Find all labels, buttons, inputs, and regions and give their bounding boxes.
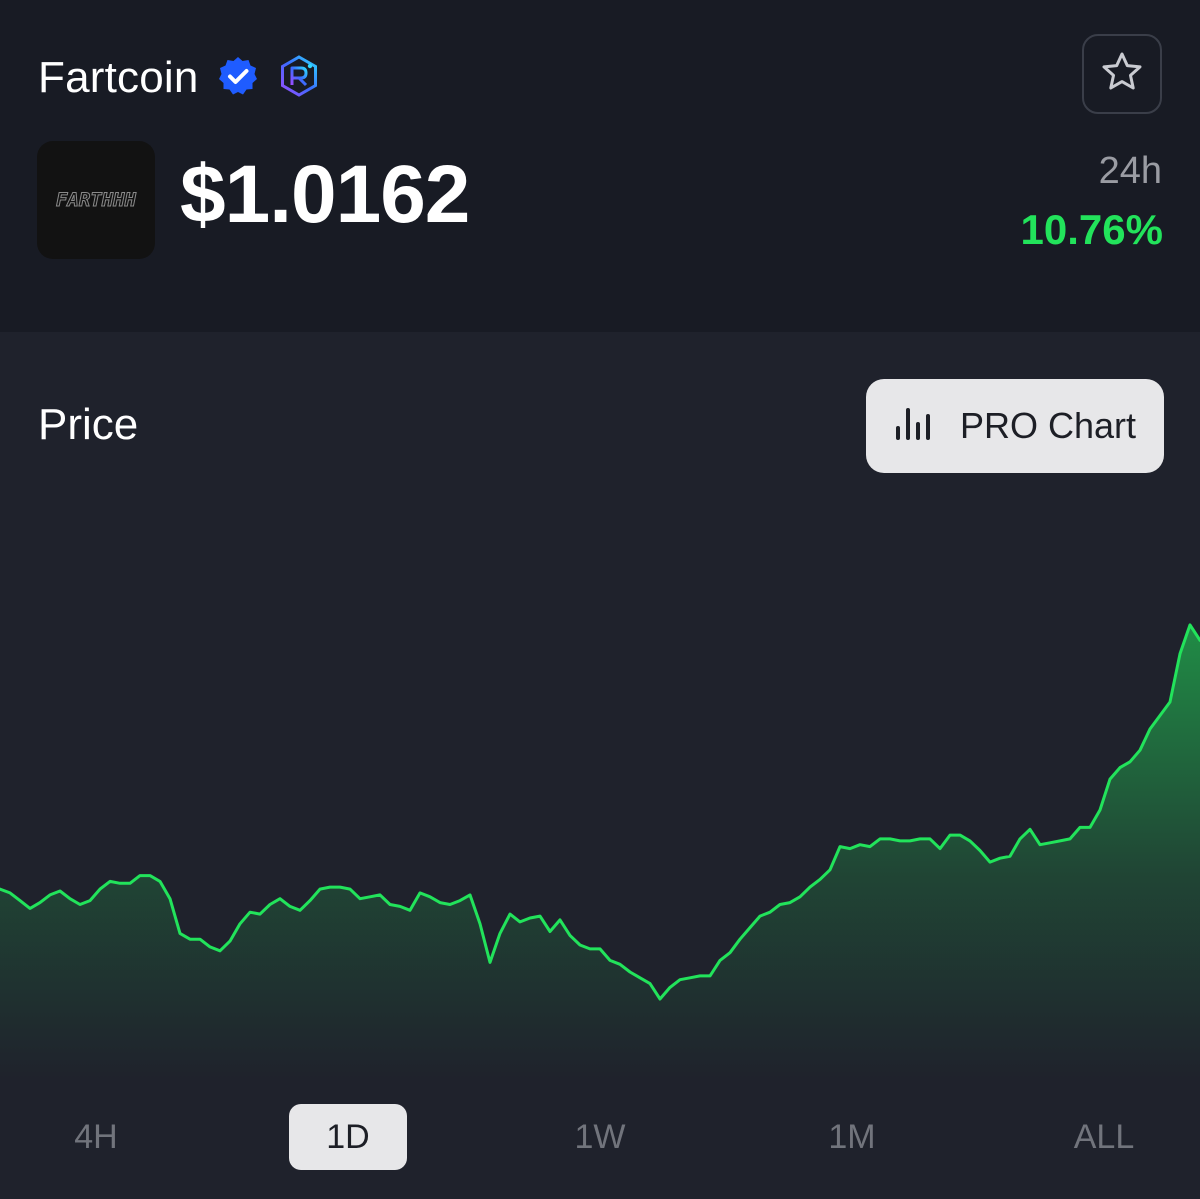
tab-1d[interactable]: 1D <box>289 1104 407 1170</box>
coin-logo-text: FARTHHH <box>55 189 137 212</box>
tab-1m[interactable]: 1M <box>797 1104 907 1170</box>
coin-logo: FARTHHH <box>37 141 155 259</box>
price-change-percent: 10.76% <box>1020 206 1163 253</box>
coin-title-row: Fartcoin <box>38 48 321 108</box>
bar-chart-icon <box>894 402 938 451</box>
price-chart-svg <box>0 623 1200 1080</box>
change-period-label: 24h <box>1098 150 1162 192</box>
tab-1w[interactable]: 1W <box>545 1104 655 1170</box>
star-icon <box>1100 50 1144 99</box>
pro-chart-button[interactable]: PRO Chart <box>866 379 1164 473</box>
price-section-title: Price <box>38 400 139 449</box>
coin-price: $1.0162 <box>180 149 470 240</box>
raydium-icon <box>277 54 321 103</box>
coin-header: Fartcoin FARTHHH $1.0162 24h 10.76% <box>0 0 1200 332</box>
favorite-button[interactable] <box>1082 34 1162 114</box>
price-area-fill <box>0 624 1200 1080</box>
price-chart[interactable] <box>0 540 1200 1080</box>
coin-name: Fartcoin <box>38 53 199 102</box>
time-range-tabs: 4H 1D 1W 1M ALL <box>0 1104 1200 1170</box>
pro-chart-label: PRO Chart <box>959 405 1137 446</box>
verified-badge-icon <box>217 55 259 102</box>
tab-4h[interactable]: 4H <box>41 1104 151 1170</box>
tab-all[interactable]: ALL <box>1049 1104 1159 1170</box>
